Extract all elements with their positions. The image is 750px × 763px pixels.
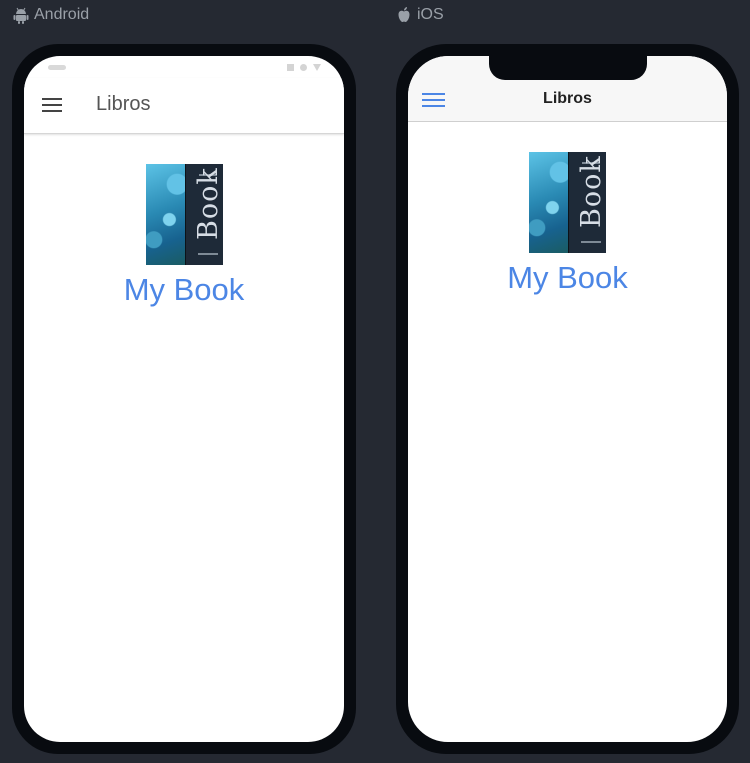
android-screen: Libros Book My Book bbox=[24, 56, 344, 742]
ios-label-text: iOS bbox=[417, 6, 444, 23]
book-cover-image[interactable]: Book bbox=[529, 152, 606, 253]
cover-word: Book bbox=[192, 167, 223, 240]
hamburger-menu-icon[interactable] bbox=[42, 98, 62, 114]
page-title: Libros bbox=[96, 93, 151, 115]
notch bbox=[489, 56, 647, 80]
ios-screen: Libros Book My Book bbox=[408, 56, 727, 742]
status-pill-icon bbox=[48, 65, 66, 70]
book-title-link[interactable]: My Book bbox=[124, 272, 245, 308]
ios-phone-frame: Libros Book My Book bbox=[396, 44, 739, 754]
book-cover-image[interactable]: Book bbox=[145, 164, 223, 265]
android-platform-label: Android bbox=[12, 5, 89, 25]
cover-word: Book bbox=[576, 155, 606, 228]
apple-icon bbox=[395, 6, 413, 24]
status-circle-icon bbox=[300, 64, 307, 71]
android-status-bar bbox=[24, 56, 344, 78]
book-title-link[interactable]: My Book bbox=[507, 260, 628, 296]
page-title: Libros bbox=[543, 90, 592, 107]
android-phone-frame: Libros Book My Book bbox=[12, 44, 356, 754]
ios-platform-label: iOS bbox=[395, 5, 444, 25]
android-label-text: Android bbox=[34, 6, 90, 23]
status-triangle-icon bbox=[313, 64, 321, 71]
android-toolbar: Libros bbox=[24, 78, 344, 134]
book-item[interactable]: Book My Book bbox=[408, 152, 727, 296]
status-square-icon bbox=[287, 64, 294, 71]
android-icon bbox=[12, 6, 30, 24]
book-item[interactable]: Book My Book bbox=[24, 164, 344, 308]
